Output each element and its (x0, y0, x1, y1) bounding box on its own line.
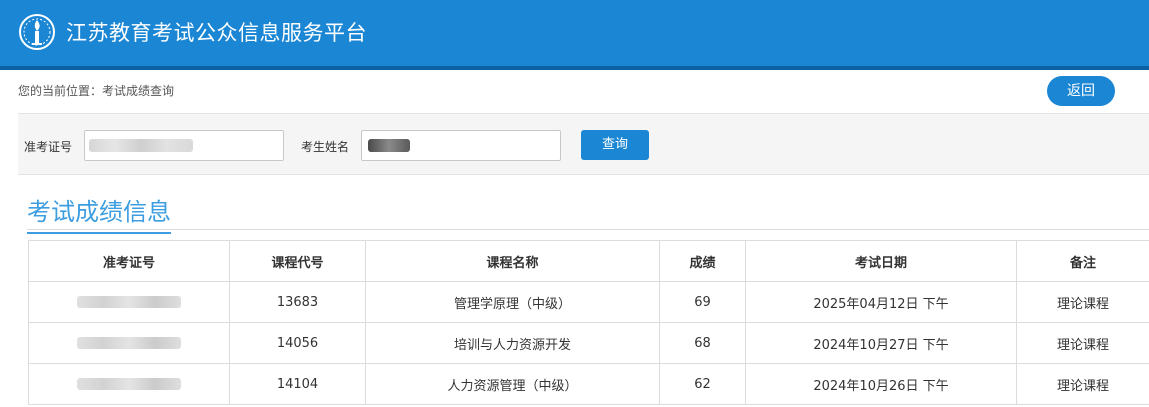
site-header: 江苏教育考试公众信息服务平台 (0, 0, 1149, 70)
section-divider (27, 229, 1149, 230)
table-header-row: 准考证号 课程代号 课程名称 成绩 考试日期 备注 (28, 240, 1149, 282)
score-cell: 62 (659, 363, 746, 405)
column-header: 成绩 (659, 240, 746, 282)
exam-date-cell: 2025年04月12日 下午 (745, 281, 1017, 323)
scores-table: 准考证号 课程代号 课程名称 成绩 考试日期 备注 13683 管理学原理（中级… (28, 240, 1149, 405)
ticket-cell (28, 281, 230, 323)
ticket-number-label: 准考证号 (24, 140, 73, 154)
back-button[interactable]: 返回 (1047, 76, 1115, 106)
score-cell: 69 (659, 281, 746, 323)
exam-date-cell: 2024年10月27日 下午 (745, 322, 1017, 364)
table-row: 14056 培训与人力资源开发 68 2024年10月27日 下午 理论课程 (28, 322, 1149, 364)
site-title: 江苏教育考试公众信息服务平台 (66, 21, 367, 45)
column-header: 备注 (1016, 240, 1149, 282)
ticket-cell (28, 363, 230, 405)
course-code-cell: 14104 (229, 363, 366, 405)
column-header: 准考证号 (28, 240, 230, 282)
course-name-cell: 管理学原理（中级） (365, 281, 660, 323)
torch-logo-icon[interactable] (18, 13, 56, 51)
table-row: 13683 管理学原理（中级） 69 2025年04月12日 下午 理论课程 (28, 281, 1149, 323)
redacted-value (77, 337, 181, 349)
redacted-value (368, 139, 410, 152)
remark-cell: 理论课程 (1016, 322, 1149, 364)
candidate-name-input[interactable] (361, 130, 561, 161)
course-code-cell: 14056 (229, 322, 366, 364)
redacted-value (89, 139, 193, 152)
course-name-cell: 人力资源管理（中级） (365, 363, 660, 405)
candidate-name-label: 考生姓名 (301, 140, 350, 154)
exam-date-cell: 2024年10月26日 下午 (745, 363, 1017, 405)
ticket-cell (28, 322, 230, 364)
table-row: 14104 人力资源管理（中级） 62 2024年10月26日 下午 理论课程 (28, 363, 1149, 405)
column-header: 考试日期 (745, 240, 1017, 282)
section-title: 考试成绩信息 (27, 192, 171, 234)
course-code-cell: 13683 (229, 281, 366, 323)
ticket-number-input[interactable] (84, 130, 284, 161)
remark-cell: 理论课程 (1016, 281, 1149, 323)
redacted-value (77, 378, 181, 390)
query-button[interactable]: 查询 (581, 130, 649, 160)
redacted-value (77, 296, 181, 308)
breadcrumb: 您的当前位置：考试成绩查询 (18, 84, 175, 98)
column-header: 课程代号 (229, 240, 366, 282)
remark-cell: 理论课程 (1016, 363, 1149, 405)
column-header: 课程名称 (365, 240, 660, 282)
search-bar: 准考证号 考生姓名 查询 (18, 113, 1149, 175)
course-name-cell: 培训与人力资源开发 (365, 322, 660, 364)
score-cell: 68 (659, 322, 746, 364)
